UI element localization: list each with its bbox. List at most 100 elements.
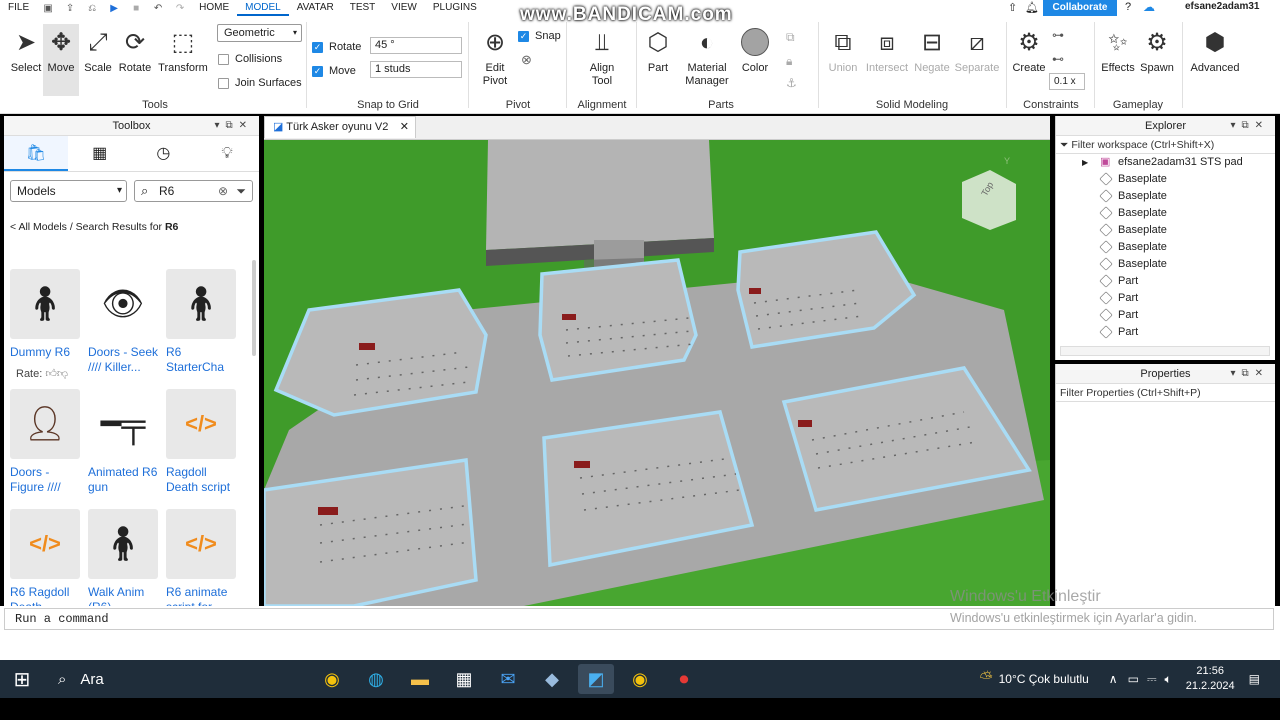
tree-item[interactable]: Baseplate (1056, 171, 1275, 188)
toolbox-item-label[interactable]: Doors - Figure //// (10, 465, 84, 495)
explorer-filter-input[interactable]: ⏷ Filter workspace (Ctrl+Shift+X) (1056, 136, 1275, 154)
toolbox-item[interactable]: ━╤ Animated R6 gun (88, 389, 162, 495)
notifications-icon[interactable]: ▤ (1249, 672, 1260, 686)
separate-button[interactable]: ⧄ Separate (954, 28, 1000, 74)
help-icon[interactable]: ? (1125, 1, 1131, 13)
anchor-icon[interactable]: ⚓︎ (786, 76, 797, 90)
battery-icon[interactable]: ▭ (1128, 672, 1139, 686)
toolbox-item[interactable]: </>R6 animate script for... (166, 509, 240, 615)
tree-item[interactable]: Baseplate (1056, 222, 1275, 239)
spawn-button[interactable]: ⚙ Spawn (1138, 28, 1176, 74)
tree-item[interactable]: Part (1056, 273, 1275, 290)
panel-controls-icon[interactable]: ▾⧉✕ (1230, 364, 1269, 384)
transform-tool-button[interactable]: ⬚ Transform (155, 28, 211, 74)
username[interactable]: efsane2adam31 (1185, 1, 1260, 12)
stop-icon[interactable]: ■ (129, 2, 143, 14)
material-manager-button[interactable]: ◐ Material Manager (680, 28, 734, 88)
tab-recent[interactable]: ◷ (132, 136, 196, 171)
join-surfaces-toggle[interactable]: Join Surfaces (218, 77, 302, 89)
tab-view[interactable]: VIEW (383, 0, 425, 16)
constraint-details-icon[interactable]: ⊶ (1052, 28, 1064, 42)
toolbox-item[interactable]: </> Ragdoll Death script (166, 389, 240, 495)
undo-history-icon[interactable]: ⎌ (85, 2, 99, 14)
tab-inventory[interactable]: ▦ (68, 136, 132, 171)
move-tool-button[interactable]: ✥ Move (43, 24, 79, 96)
part-button[interactable]: ⬡ Part (640, 28, 676, 74)
toolbox-search-input[interactable]: ⌕ R6 ⊗ ⏷ (134, 180, 253, 202)
3d-viewport[interactable]: Top Y (264, 140, 1050, 606)
union-button[interactable]: ⧉ Union (824, 28, 862, 74)
undo-icon[interactable]: ↶ (151, 2, 165, 14)
move-snap-toggle[interactable]: ✓ Move (312, 65, 356, 77)
rotate-snap-checkbox[interactable]: ✓ (312, 41, 323, 53)
toolbox-item[interactable]: 🧍︎Walk Anim (R6) (88, 509, 162, 615)
move-snap-checkbox[interactable]: ✓ (312, 65, 323, 77)
chrome-profile-icon[interactable]: ◉ (622, 664, 658, 694)
constraint-draw-icon[interactable]: ⊷ (1052, 52, 1064, 66)
panel-controls-icon[interactable]: ▾⧉✕ (1230, 116, 1269, 136)
filter-icon[interactable]: ⏷ (236, 181, 246, 201)
volume-icon[interactable]: 🔈︎ (1165, 672, 1172, 687)
align-tool-button[interactable]: ⫫ Align Tool (576, 28, 628, 88)
store-icon[interactable]: ▦ (446, 664, 482, 694)
edit-pivot-button[interactable]: ⊕ Edit Pivot (474, 28, 516, 88)
close-icon[interactable]: ✕ (400, 117, 409, 137)
tree-item[interactable]: Baseplate (1056, 239, 1275, 256)
tree-item[interactable]: Baseplate (1056, 256, 1275, 273)
join-surfaces-checkbox[interactable] (218, 77, 229, 89)
app-icon[interactable]: ◆ (534, 664, 570, 694)
thumbs-icon[interactable]: 👍︎👎︎ (45, 368, 68, 380)
play-icon[interactable]: ▶ (107, 2, 121, 14)
pivot-snap-checkbox[interactable]: ✓ (518, 30, 529, 42)
tab-plugins[interactable]: PLUGINS (425, 0, 485, 16)
bandicam-icon[interactable]: ⏺ (666, 664, 702, 694)
edge-icon[interactable]: ◍ (358, 664, 394, 694)
breadcrumb[interactable]: < All Models / Search Results for R6 (10, 221, 178, 233)
taskbar-search[interactable]: ⌕ Ara (50, 660, 310, 698)
toolbox-item-label[interactable]: Ragdoll Death script (166, 465, 240, 495)
toolbox-item[interactable]: 👁︎ Doors - Seek //// Killer... (88, 269, 162, 375)
pivot-snap-toggle[interactable]: ✓ Snap (518, 30, 561, 42)
notification-icon[interactable]: 🔔︎ (1025, 1, 1039, 14)
lock-icon[interactable]: 🔒︎ (786, 54, 792, 69)
toolbox-item-label[interactable]: R6 StarterCha (166, 345, 240, 375)
cloud-icon[interactable]: ☁ (1143, 0, 1155, 14)
network-icon[interactable]: ⎓ (1147, 672, 1157, 687)
collisions-checkbox[interactable] (218, 53, 229, 65)
category-select[interactable]: Models ▾ (10, 180, 127, 202)
properties-filter-input[interactable]: Filter Properties (Ctrl+Shift+P) (1056, 384, 1275, 402)
move-snap-input[interactable]: 1 studs (370, 61, 462, 78)
tab-avatar[interactable]: AVATAR (289, 0, 342, 16)
menu-file[interactable]: FILE (0, 0, 37, 16)
toolbox-item[interactable]: </>R6 Ragdoll Death (10, 509, 84, 615)
tree-item[interactable]: Baseplate (1056, 188, 1275, 205)
expand-arrow-icon[interactable]: ▶ (1082, 154, 1088, 171)
effects-button[interactable]: ✨︎ Effects (1098, 28, 1138, 74)
group-icon[interactable]: ⧉ (786, 30, 795, 45)
panel-controls-icon[interactable]: ▾⧉✕ (214, 116, 253, 136)
windows-start-icon[interactable]: ⊞ (4, 664, 40, 694)
create-constraint-button[interactable]: ⚙ Create (1010, 28, 1048, 74)
chrome-icon[interactable]: ◉ (314, 664, 350, 694)
chevron-up-icon[interactable]: ∧ (1109, 672, 1118, 686)
toolbox-scrollbar[interactable] (252, 260, 256, 356)
explorer-hscrollbar[interactable] (1060, 346, 1270, 356)
tree-item[interactable]: Part (1056, 290, 1275, 307)
tab-creations[interactable]: 💡︎ (195, 136, 259, 171)
toolbox-item[interactable]: 👤︎ Doors - Figure //// (10, 389, 84, 495)
scale-tool-button[interactable]: ⤢ Scale (80, 28, 116, 74)
file-explorer-icon[interactable]: ▬ (402, 664, 438, 694)
toolbox-item-label[interactable]: Animated R6 gun (88, 465, 162, 495)
redo-icon[interactable]: ↷ (173, 2, 187, 14)
select-tool-button[interactable]: ➤ Select (6, 28, 46, 74)
color-button[interactable]: Color (736, 28, 774, 74)
tab-home[interactable]: HOME (191, 0, 237, 16)
weather-label[interactable]: 10°C Çok bulutlu (999, 672, 1089, 686)
rotate-tool-button[interactable]: ⟳ Rotate (116, 28, 154, 74)
tab-test[interactable]: TEST (342, 0, 384, 16)
toolbox-item[interactable]: 🧍︎ Dummy R6 (10, 269, 84, 375)
collisions-toggle[interactable]: Collisions (218, 53, 282, 65)
roblox-studio-icon[interactable]: ◩ (578, 664, 614, 694)
save-icon[interactable]: ▣ (41, 2, 55, 14)
advanced-button[interactable]: ⬢ Advanced (1186, 28, 1244, 74)
